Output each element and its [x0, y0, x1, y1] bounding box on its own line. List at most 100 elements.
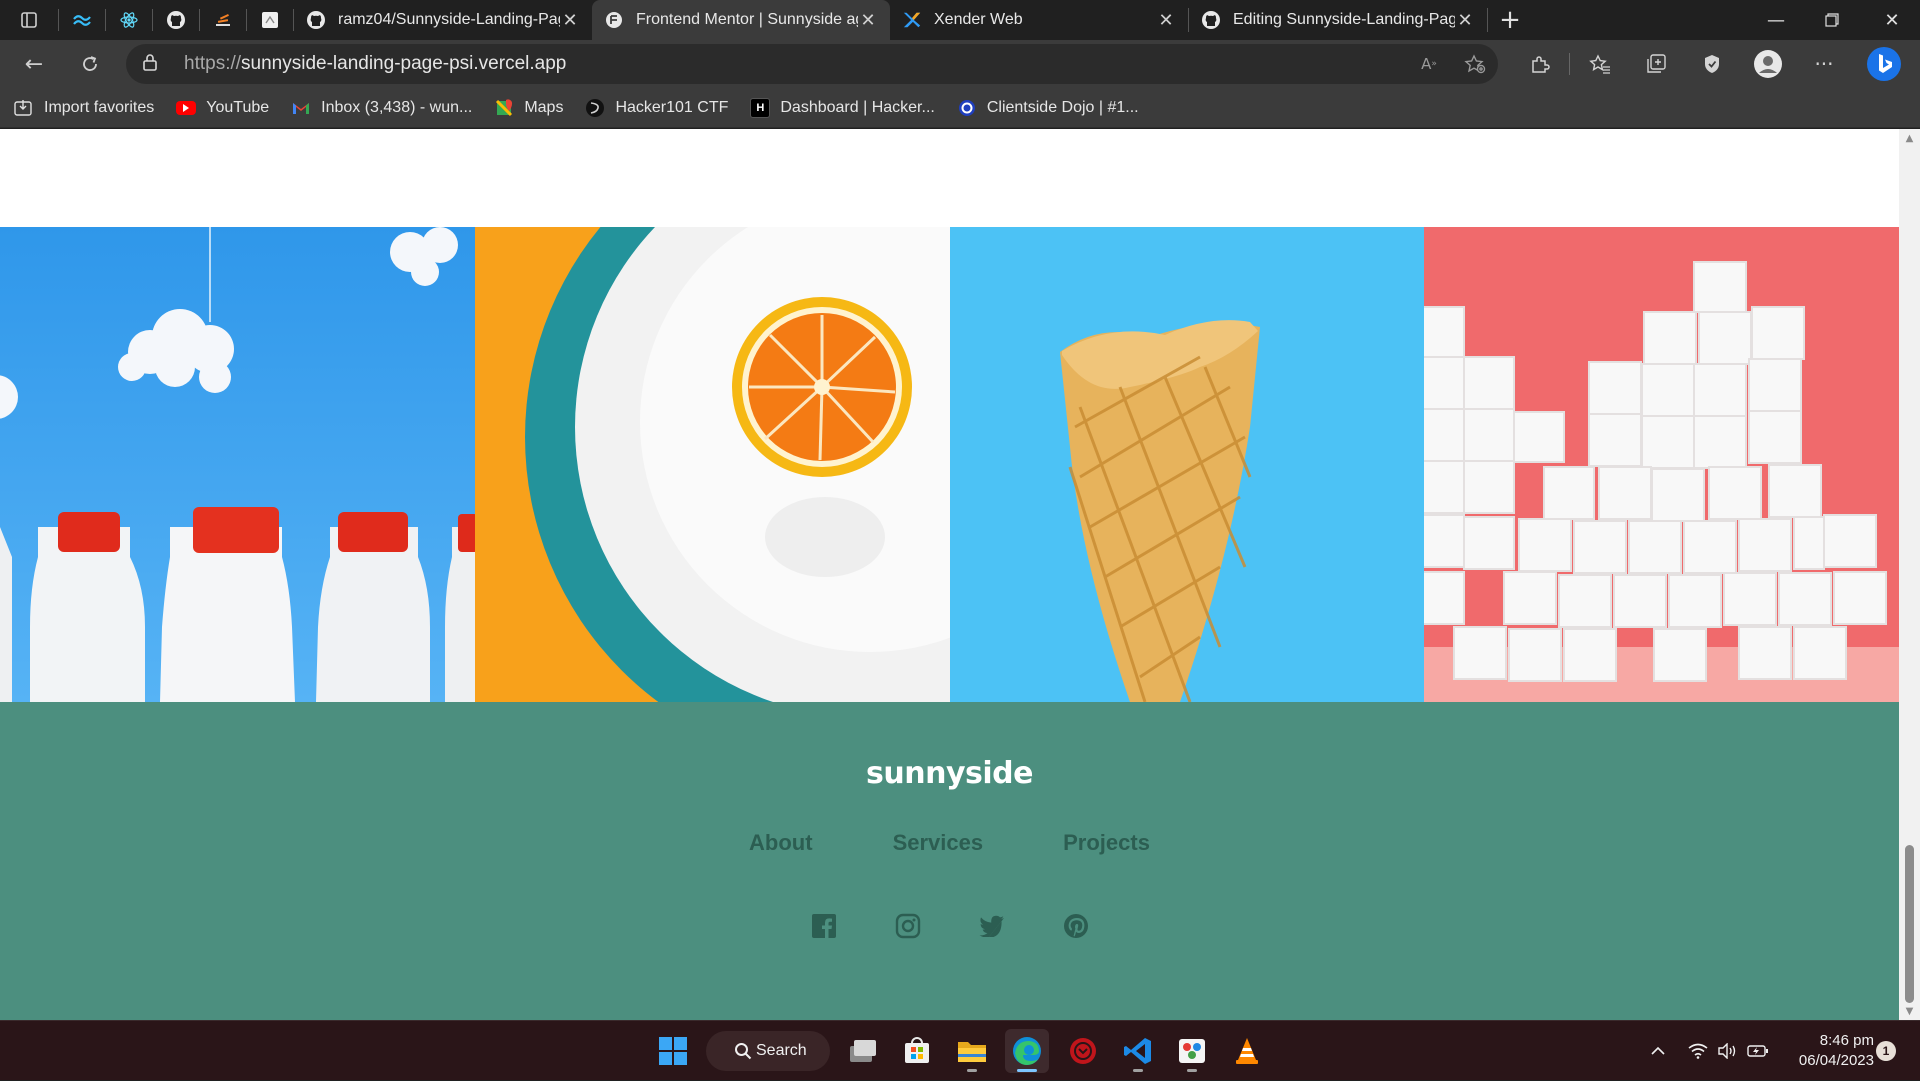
food-gallery [0, 227, 1899, 702]
task-view-icon[interactable] [841, 1029, 885, 1073]
milk-bottles-image [0, 227, 475, 702]
bookmarks-bar: Import favorites YouTube Inbox (3,438) -… [0, 88, 1920, 128]
vlc-icon[interactable] [1225, 1029, 1269, 1073]
close-icon[interactable]: ✕ [1455, 10, 1475, 31]
windows-start-icon[interactable] [651, 1029, 695, 1073]
collections-icon[interactable] [1628, 40, 1684, 88]
bookmark-label: Import favorites [44, 98, 155, 116]
hackerone-icon: H [750, 97, 771, 118]
ice-cream-cone-image [949, 227, 1425, 702]
close-icon[interactable]: ✕ [858, 10, 878, 31]
page-scrollbar[interactable]: ▲ ▼ [1899, 129, 1920, 1020]
wifi-icon[interactable] [1684, 1021, 1712, 1081]
tab-title: Frontend Mentor | Sunnyside agency [636, 11, 858, 28]
microsoft-store-icon[interactable] [895, 1029, 939, 1073]
footer-link-services[interactable]: Services [893, 830, 984, 856]
import-icon [14, 98, 34, 118]
extensions-icon[interactable] [1512, 40, 1568, 88]
sunnyside-logo[interactable]: sunnyside [0, 756, 1899, 791]
page-viewport: sunnyside About Services Projects [0, 129, 1899, 1020]
add-favorite-icon[interactable] [1452, 44, 1498, 84]
lock-icon[interactable] [142, 53, 166, 75]
active-window-indicator [1017, 1069, 1037, 1072]
footer-link-about[interactable]: About [749, 830, 813, 856]
favorites-icon[interactable] [1572, 40, 1628, 88]
system-clock[interactable]: 8:46 pm 06/04/2023 [1782, 1031, 1874, 1071]
instagram-icon[interactable] [894, 912, 922, 940]
vscode-icon[interactable] [1116, 1029, 1160, 1073]
tab-frontend-mentor[interactable]: Frontend Mentor | Sunnyside agency ✕ [592, 0, 890, 40]
close-window-icon[interactable]: ✕ [1864, 0, 1920, 40]
pinned-tab-stack-icon[interactable] [200, 0, 246, 40]
taskbar-search[interactable]: Search [706, 1031, 830, 1071]
show-hidden-icons-chevron-icon[interactable] [1646, 1021, 1670, 1081]
tab-title: ramz04/Sunnyside-Landing-Page [338, 11, 560, 28]
browser-essentials-icon[interactable] [1684, 40, 1740, 88]
social-links [0, 912, 1899, 940]
clock-date: 06/04/2023 [1798, 1052, 1874, 1069]
bookmark-clientside-dojo[interactable]: Clientside Dojo | #1... [957, 98, 1139, 118]
bookmark-youtube[interactable]: YouTube [176, 99, 269, 117]
tab-title: Xender Web [934, 11, 1023, 28]
close-icon[interactable]: ✕ [1156, 10, 1176, 31]
edge-browser-icon[interactable] [1005, 1029, 1049, 1073]
hacker101-icon [585, 98, 605, 118]
url-domain: sunnyside-landing-page-psi.vercel.app [241, 53, 567, 74]
pinterest-icon[interactable] [1062, 912, 1090, 940]
file-explorer-icon[interactable] [950, 1029, 994, 1073]
paint-app-icon[interactable] [1170, 1029, 1214, 1073]
orange-plate-image [474, 227, 950, 702]
gmail-icon [291, 98, 311, 118]
security-app-icon[interactable] [1061, 1029, 1105, 1073]
bookmark-hackerone-dashboard[interactable]: H Dashboard | Hacker... [750, 97, 935, 118]
footer-nav: About Services Projects [0, 830, 1899, 856]
running-indicator [1133, 1069, 1143, 1072]
close-icon[interactable]: ✕ [560, 10, 580, 31]
bookmark-gmail-inbox[interactable]: Inbox (3,438) - wun... [291, 98, 472, 118]
back-arrow-icon[interactable]: ← [6, 40, 62, 88]
bookmark-hacker101[interactable]: Hacker101 CTF [585, 98, 728, 118]
bookmark-label: Inbox (3,438) - wun... [321, 98, 473, 116]
facebook-icon[interactable] [810, 912, 838, 940]
address-bar-row: ← https://sunnyside-landing-page-psi.ver… [0, 40, 1920, 88]
pinned-tab-github-icon[interactable] [153, 0, 199, 40]
github-icon [306, 10, 326, 30]
tab-xender-web[interactable]: Xender Web ✕ [890, 0, 1188, 40]
refresh-icon[interactable] [62, 40, 118, 88]
more-options-icon[interactable]: ··· [1796, 40, 1852, 88]
tab-actions-icon[interactable] [0, 0, 58, 40]
pinned-tab-tailwind-icon[interactable] [59, 0, 105, 40]
volume-icon[interactable] [1714, 1021, 1740, 1081]
tab-github-editing[interactable]: Editing Sunnyside-Landing-Page ✕ [1189, 0, 1487, 40]
notification-badge[interactable]: 1 [1876, 1041, 1896, 1061]
scroll-down-arrow-icon[interactable]: ▼ [1899, 1002, 1920, 1020]
browser-tab-strip: ramz04/Sunnyside-Landing-Page ✕ Frontend… [0, 0, 1920, 40]
scroll-up-arrow-icon[interactable]: ▲ [1899, 129, 1920, 147]
xender-icon [902, 10, 922, 30]
bookmark-label: Hacker101 CTF [615, 98, 729, 116]
battery-charging-icon[interactable] [1744, 1021, 1772, 1081]
read-aloud-icon[interactable]: A» [1406, 44, 1452, 84]
url-field[interactable]: https://sunnyside-landing-page-psi.verce… [126, 44, 1498, 84]
tab-title: Editing Sunnyside-Landing-Page [1233, 11, 1455, 28]
tab-github-repo[interactable]: ramz04/Sunnyside-Landing-Page ✕ [294, 0, 592, 40]
bookmark-import-favorites[interactable]: Import favorites [14, 98, 154, 118]
footer-link-projects[interactable]: Projects [1063, 830, 1150, 856]
search-icon [735, 1043, 752, 1060]
twitter-icon[interactable] [978, 912, 1006, 940]
bookmark-label: Dashboard | Hacker... [780, 98, 935, 116]
new-tab-plus-icon[interactable]: + [1488, 0, 1532, 40]
bing-copilot-icon[interactable] [1856, 40, 1912, 88]
scrollbar-thumb[interactable] [1905, 845, 1914, 1003]
restore-icon[interactable] [1804, 0, 1860, 40]
windows-taskbar: Search 8:46 pm 06/04/2023 1 [0, 1020, 1920, 1080]
profile-avatar-icon[interactable] [1740, 40, 1796, 88]
pinned-tab-react-icon[interactable] [106, 0, 152, 40]
bookmark-label: Clientside Dojo | #1... [986, 98, 1139, 116]
pinned-tab-page-icon[interactable] [247, 0, 293, 40]
clock-time: 8:46 pm [1819, 1032, 1874, 1049]
running-indicator [1187, 1069, 1197, 1072]
bookmark-maps[interactable]: Maps [494, 98, 563, 118]
url-text: https://sunnyside-landing-page-psi.verce… [184, 53, 566, 75]
minimize-icon[interactable]: — [1748, 0, 1804, 40]
